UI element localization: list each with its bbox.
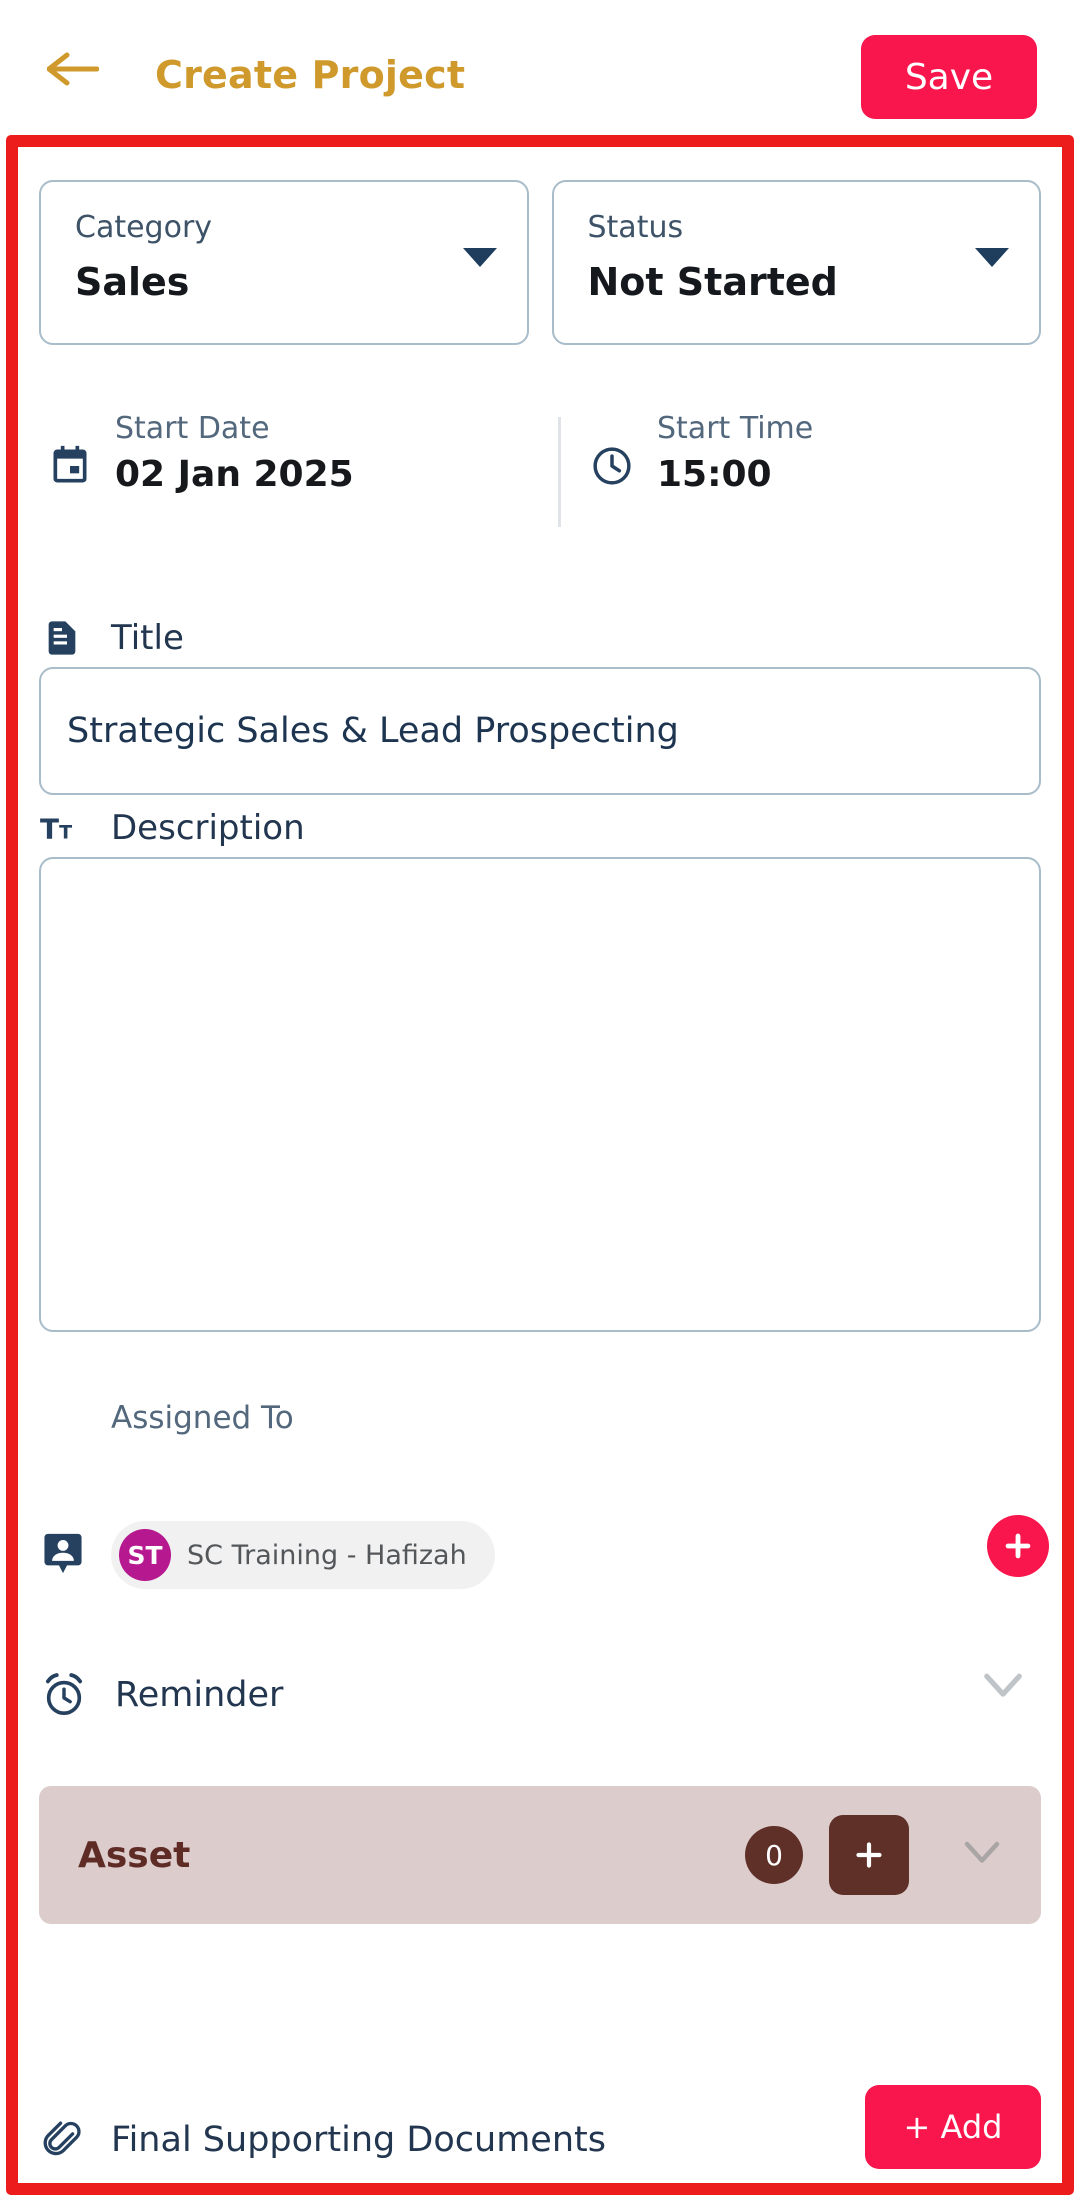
start-date-field[interactable]: Start Date 02 Jan 2025	[47, 407, 354, 499]
category-select[interactable]: Category Sales	[39, 180, 529, 345]
start-time-field[interactable]: Start Time 15:00	[589, 407, 813, 499]
chevron-down-icon[interactable]	[963, 1841, 1001, 1869]
asset-label: Asset	[78, 1834, 191, 1876]
back-button[interactable]	[44, 48, 102, 90]
assignee-chip[interactable]: ST SC Training - Hafizah	[111, 1521, 495, 1589]
reminder-label: Reminder	[115, 1675, 284, 1715]
description-input[interactable]	[39, 857, 1041, 1332]
caret-down-icon	[975, 248, 1009, 267]
category-value: Sales	[75, 260, 190, 304]
form-body: Category Sales Status Not Started Start …	[18, 147, 1062, 2183]
arrow-left-icon	[47, 52, 99, 86]
account-box-icon	[40, 1528, 86, 1580]
reminder-row[interactable]: Reminder	[39, 1655, 1041, 1735]
start-date-value: 02 Jan 2025	[115, 454, 354, 495]
alarm-clock-icon	[39, 1669, 89, 1721]
status-value: Not Started	[587, 260, 838, 304]
avatar: ST	[119, 1529, 171, 1581]
plus-icon	[856, 1842, 882, 1868]
add-assignee-button[interactable]	[987, 1515, 1049, 1577]
add-asset-button[interactable]	[829, 1815, 909, 1895]
document-icon	[39, 615, 85, 661]
add-document-button[interactable]: + Add	[865, 2085, 1041, 2169]
asset-count-badge: 0	[745, 1826, 803, 1884]
app-bar: Create Project Save	[0, 0, 1080, 135]
status-select[interactable]: Status Not Started	[551, 180, 1041, 345]
title-field-header: Title	[39, 615, 184, 661]
category-label: Category	[75, 210, 213, 245]
category-status-row: Category Sales Status Not Started	[39, 180, 1041, 345]
start-time-label: Start Time	[657, 411, 814, 446]
date-time-divider	[558, 417, 561, 527]
assigned-to-label: Assigned To	[111, 1400, 294, 1436]
start-date-label: Start Date	[115, 411, 270, 446]
title-input[interactable]	[39, 667, 1041, 795]
asset-section-bar[interactable]: Asset 0	[39, 1786, 1041, 1924]
save-button[interactable]: Save	[861, 35, 1037, 119]
assignee-name: SC Training - Hafizah	[187, 1539, 467, 1571]
final-documents-label: Final Supporting Documents	[111, 2120, 606, 2160]
caret-down-icon	[462, 248, 497, 267]
title-label: Title	[111, 618, 184, 658]
date-time-row: Start Date 02 Jan 2025 Start Time 15:00	[39, 407, 1041, 537]
text-format-icon: T T	[39, 805, 85, 851]
svg-text:T: T	[59, 821, 72, 843]
description-label: Description	[111, 808, 305, 848]
status-label: Status	[587, 210, 684, 245]
description-field-header: T T Description	[39, 805, 305, 851]
svg-text:T: T	[40, 812, 59, 845]
chevron-down-icon[interactable]	[983, 1673, 1023, 1703]
paperclip-icon	[39, 2116, 87, 2164]
app-screen: Create Project Save Category Sales Statu…	[0, 0, 1080, 2198]
page-title: Create Project	[155, 53, 466, 97]
start-time-value: 15:00	[657, 454, 772, 495]
clock-icon	[589, 441, 635, 491]
plus-icon	[1005, 1533, 1031, 1559]
final-documents-row: Final Supporting Documents + Add	[39, 2085, 1041, 2183]
calendar-icon	[47, 441, 93, 491]
